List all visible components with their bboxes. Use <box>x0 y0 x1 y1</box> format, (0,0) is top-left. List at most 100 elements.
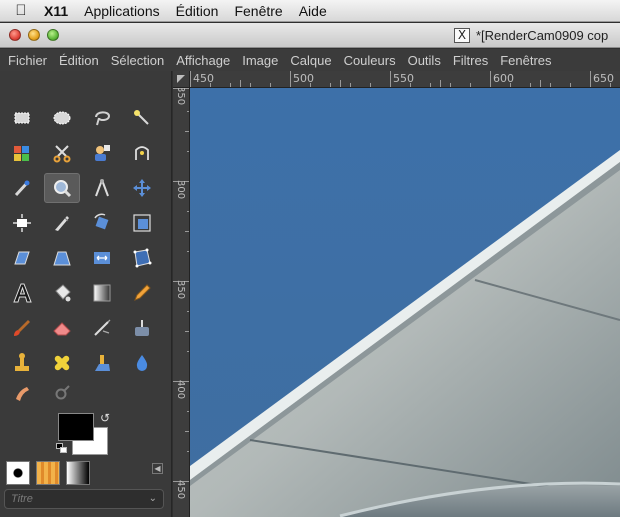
zoom-tool[interactable] <box>44 173 80 203</box>
paths-tool[interactable] <box>124 138 160 168</box>
align-icon <box>13 214 31 232</box>
eraser-tool[interactable] <box>44 313 80 343</box>
color-select-tool[interactable] <box>4 138 40 168</box>
flip-tool[interactable] <box>84 243 120 273</box>
rect-select-tool[interactable] <box>4 103 40 133</box>
swap-colors-icon[interactable]: ↺ <box>100 411 110 425</box>
free-select-tool[interactable] <box>84 103 120 133</box>
menu-filtres[interactable]: Filtres <box>447 53 494 68</box>
crop-tool[interactable] <box>44 208 80 238</box>
menu-x11[interactable]: X11 <box>36 3 76 19</box>
scale-tool[interactable] <box>124 208 160 238</box>
blend-tool[interactable] <box>84 278 120 308</box>
default-colors-icon[interactable] <box>56 443 68 453</box>
paint-bucket-icon <box>55 284 71 302</box>
title-select[interactable]: Titre ⌄ <box>4 489 164 509</box>
dodge-burn-tool[interactable] <box>44 378 80 408</box>
vruler-label-text: 450 <box>175 480 186 500</box>
cage-icon <box>133 248 152 268</box>
ink-tool[interactable] <box>124 313 160 343</box>
ellipse-select-tool[interactable] <box>44 103 80 133</box>
pattern-icon[interactable] <box>36 461 60 485</box>
bucket-fill-tool[interactable] <box>44 278 80 308</box>
paintbrush-icon <box>14 320 30 336</box>
x11-icon: X <box>454 28 470 43</box>
shear-icon <box>14 251 30 265</box>
vruler-label-text: 300 <box>175 180 186 200</box>
menu-calque[interactable]: Calque <box>284 53 337 68</box>
menu-edition[interactable]: Édition <box>168 3 227 19</box>
window-titlebar[interactable]: X *[RenderCam0909 cop <box>0 23 620 48</box>
clone-stamp-icon <box>15 353 29 371</box>
color-picker-tool[interactable] <box>4 173 40 203</box>
rectangle-select-icon <box>14 112 30 124</box>
magic-wand-icon <box>134 110 149 125</box>
vruler-label-text: 350 <box>175 280 186 300</box>
menu-selection[interactable]: Sélection <box>105 53 170 68</box>
image-canvas[interactable] <box>190 88 620 517</box>
minimize-window-button[interactable] <box>28 29 40 41</box>
text-tool[interactable] <box>4 278 40 308</box>
menu-image[interactable]: Image <box>236 53 284 68</box>
shear-tool[interactable] <box>4 243 40 273</box>
scissors-tool[interactable] <box>44 138 80 168</box>
menu-edition[interactable]: Édition <box>53 53 105 68</box>
toolbox-menu-arrow-icon[interactable]: ◀ <box>152 463 163 474</box>
hruler-label: 650 <box>593 72 614 85</box>
blur-sharpen-tool[interactable] <box>124 348 160 378</box>
toolbox-panel: ↺ ◀ Titre ⌄ <box>0 71 172 517</box>
cage-tool[interactable] <box>124 243 160 273</box>
horizontal-ruler[interactable]: 450 500 550 600 650 <box>190 71 620 88</box>
clone-tool[interactable] <box>4 348 40 378</box>
move-tool[interactable] <box>124 173 160 203</box>
paintbrush-tool[interactable] <box>4 313 40 343</box>
menu-affichage[interactable]: Affichage <box>170 53 236 68</box>
pencil-tool[interactable] <box>124 278 160 308</box>
vertical-ruler[interactable]: 350 300 350 400 450 <box>173 88 190 517</box>
align-tool[interactable] <box>4 208 40 238</box>
close-window-button[interactable] <box>9 29 21 41</box>
menu-fenetres[interactable]: Fenêtres <box>494 53 557 68</box>
select-by-color-icon <box>14 146 29 161</box>
vruler-label: 450 <box>175 480 186 501</box>
quick-mask-icon <box>177 75 185 83</box>
rotate-icon <box>94 213 109 230</box>
perspective-clone-tool[interactable] <box>84 348 120 378</box>
foreground-select-icon <box>95 145 110 161</box>
text-a-icon <box>13 283 32 303</box>
ruler-corner-button[interactable] <box>173 71 190 88</box>
foreground-color-swatch[interactable] <box>58 413 94 441</box>
rotate-tool[interactable] <box>84 208 120 238</box>
brush-icon[interactable] <box>6 461 30 485</box>
gradient-icon <box>93 284 111 302</box>
menu-aide[interactable]: Aide <box>291 3 335 19</box>
apple-logo-icon[interactable]:  <box>6 2 36 19</box>
vruler-label: 350 <box>175 88 186 107</box>
hruler-label: 500 <box>293 72 314 85</box>
fuzzy-select-tool[interactable] <box>124 103 160 133</box>
lasso-icon <box>95 111 111 126</box>
compass-icon <box>95 179 109 197</box>
zoom-window-button[interactable] <box>47 29 59 41</box>
menu-applications[interactable]: Applications <box>76 3 168 19</box>
color-picker-icon <box>14 180 30 197</box>
eraser-icon <box>53 322 71 336</box>
menu-outils[interactable]: Outils <box>402 53 447 68</box>
smudge-tool[interactable] <box>4 378 40 408</box>
chevron-down-icon: ⌄ <box>148 493 157 504</box>
menu-fenetre[interactable]: Fenêtre <box>226 3 290 19</box>
hruler-label: 450 <box>193 72 214 85</box>
heal-tool[interactable] <box>44 348 80 378</box>
vruler-label-text: 400 <box>175 380 186 400</box>
measure-tool[interactable] <box>84 173 120 203</box>
menu-couleurs[interactable]: Couleurs <box>338 53 402 68</box>
perspective-tool[interactable] <box>44 243 80 273</box>
scale-icon <box>133 214 151 232</box>
menu-fichier[interactable]: Fichier <box>0 53 53 68</box>
airbrush-icon <box>94 319 111 336</box>
vruler-label: 350 <box>175 280 186 301</box>
ellipse-select-icon <box>53 111 71 125</box>
foreground-select-tool[interactable] <box>84 138 120 168</box>
airbrush-tool[interactable] <box>84 313 120 343</box>
gradient-swatch-icon[interactable] <box>66 461 90 485</box>
